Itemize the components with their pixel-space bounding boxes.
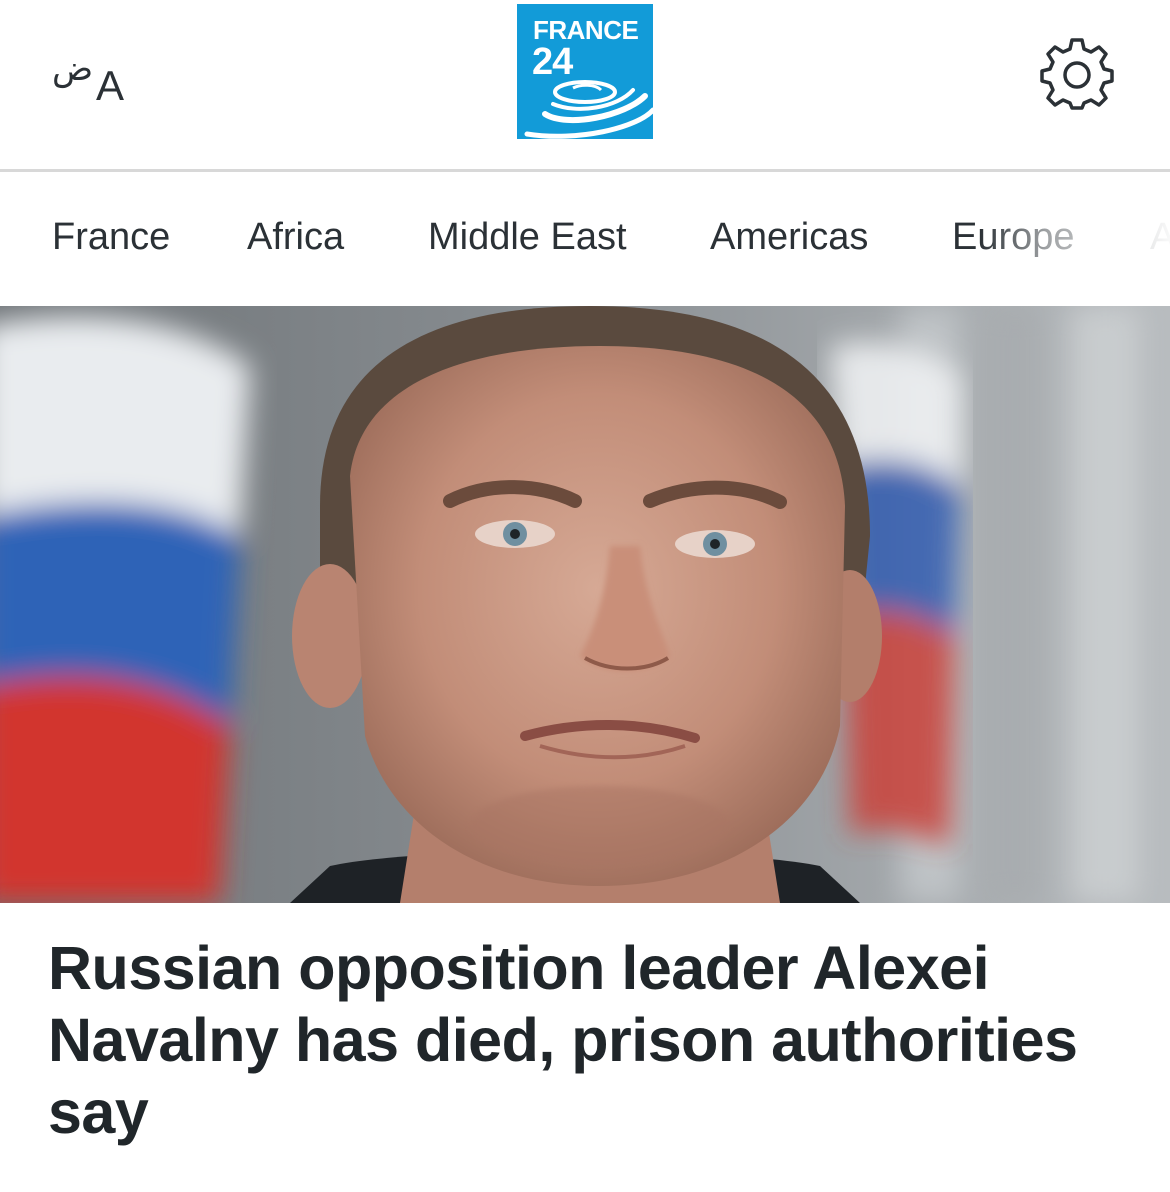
- logo-text-24: 24: [532, 41, 573, 83]
- nav-item-france[interactable]: France: [52, 216, 170, 259]
- news-photo: [0, 306, 1170, 903]
- settings-button[interactable]: [1040, 36, 1114, 110]
- language-switch-icon: ض A: [52, 49, 124, 109]
- logo-text-france: FRANCE: [533, 15, 639, 45]
- france24-logo[interactable]: FRANCE 24: [517, 4, 653, 139]
- nav-item-europe[interactable]: Europe: [952, 216, 1075, 259]
- language-glyph-arabic: ض: [52, 49, 93, 89]
- nav-item-next[interactable]: A: [1150, 216, 1170, 259]
- article-headline[interactable]: Russian opposition leader Alexei Navalny…: [48, 932, 1128, 1148]
- nav-item-middle-east[interactable]: Middle East: [428, 216, 627, 259]
- language-glyph-latin: A: [96, 62, 124, 108]
- section-nav: France Africa Middle East Americas Europ…: [0, 172, 1170, 306]
- language-switch-button[interactable]: ض A: [48, 36, 140, 109]
- app-header: ض A FRANCE 24: [0, 0, 1170, 170]
- nav-item-africa[interactable]: Africa: [247, 216, 344, 259]
- gear-icon: [1040, 38, 1114, 110]
- nav-item-americas[interactable]: Americas: [710, 216, 868, 259]
- article-hero-image[interactable]: [0, 306, 1170, 903]
